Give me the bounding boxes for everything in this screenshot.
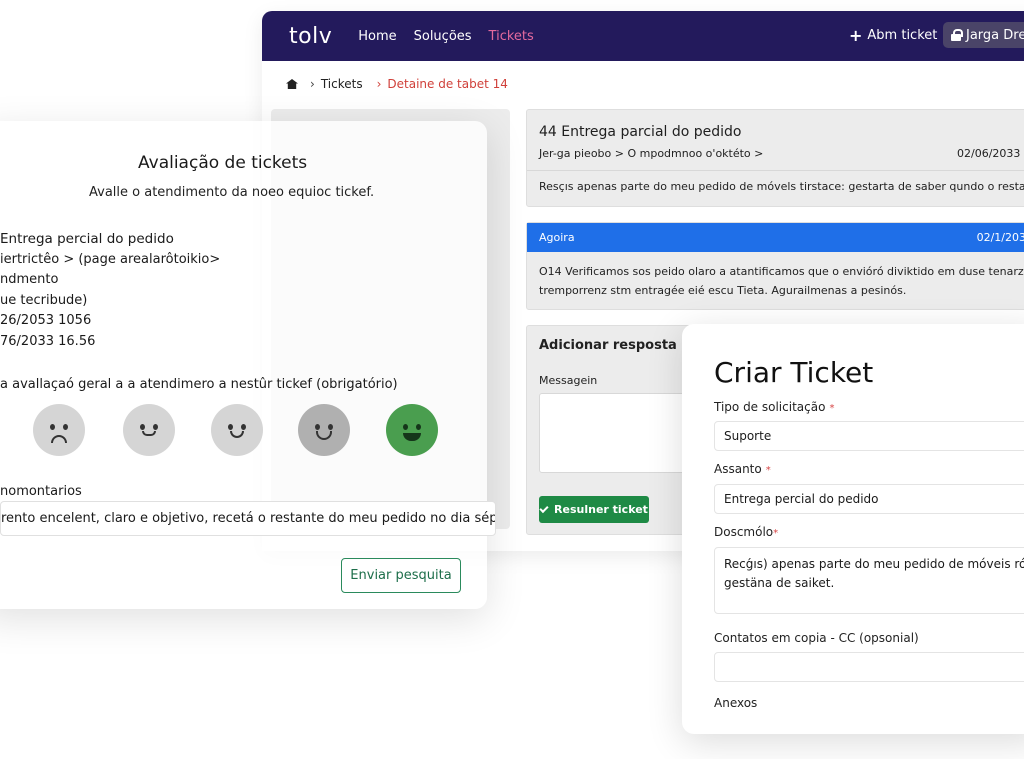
- main-nav: Home Soluções Tickets: [358, 29, 551, 44]
- happy-face-icon[interactable]: [386, 404, 438, 456]
- required-asterisk: *: [773, 528, 779, 539]
- new-ticket-label: Abm ticket: [867, 28, 938, 43]
- user-name: Jarga Dreg: [966, 27, 1024, 43]
- type-value: Suporte: [724, 429, 772, 443]
- evaluation-info-line: ndmento: [0, 272, 59, 288]
- evaluation-info-line: ue tecribude): [0, 292, 88, 308]
- required-asterisk: *: [829, 403, 835, 414]
- evaluation-info-line: 76/2033 16.56: [0, 333, 96, 349]
- chevron-right-icon: ›: [376, 77, 382, 91]
- reply-header: Agoira 02/1/2033: [527, 223, 1024, 252]
- eye: [315, 424, 320, 430]
- eye: [140, 424, 145, 430]
- reply-body: O14 Verificamos sos peido olaro a atanti…: [527, 252, 1024, 310]
- eye: [416, 424, 421, 430]
- nav-solutions[interactable]: Soluções: [414, 29, 472, 44]
- breadcrumb-current: Detaine de tabet 14: [387, 77, 508, 91]
- eye: [403, 424, 408, 430]
- reply-message-card: Agoira 02/1/2033 O14 Verificamos sos pei…: [526, 222, 1024, 310]
- required-asterisk: *: [765, 465, 771, 476]
- subject-value: Entrega percial do pedido: [724, 492, 879, 506]
- type-label: Tipo de solicitação *: [714, 400, 834, 414]
- evaluation-title: Avaliação de tickets: [138, 153, 308, 173]
- top-navbar: tolv Home Soluções Tickets + Abm ticket …: [262, 11, 1024, 61]
- rating-faces: [33, 404, 438, 458]
- mouth: [230, 431, 244, 438]
- comments-value: rento encelent, claro e objetivo, recetá…: [1, 511, 496, 526]
- ticket-date: 02/06/2033 1: [957, 147, 1024, 160]
- attachments-label: Anexos: [714, 696, 758, 710]
- eye: [50, 424, 55, 430]
- lock-icon: [951, 29, 963, 41]
- evaluation-ticket-title: Entrega percial do pedido: [0, 231, 174, 247]
- eye: [153, 424, 158, 430]
- type-select[interactable]: Suporte: [714, 421, 1024, 451]
- description-label: Doscmólo*: [714, 525, 778, 539]
- subject-label: Assanto *: [714, 462, 771, 476]
- eye: [228, 424, 233, 430]
- check-icon: [539, 503, 549, 513]
- type-label-text: Tipo de solicitação: [714, 400, 826, 414]
- chevron-right-icon: ›: [310, 77, 315, 91]
- divider: [527, 170, 1024, 171]
- description-textarea[interactable]: Recǵıs) apenas parte do meu pedido de mó…: [714, 547, 1024, 614]
- cc-label: Contatos em copia - CC (opsonial): [714, 631, 919, 645]
- home-icon[interactable]: [286, 79, 298, 89]
- eye: [63, 424, 68, 430]
- very-sad-face-icon[interactable]: [33, 404, 85, 456]
- ticket-body: Resçıs apenas parte do meu pedido de móv…: [539, 180, 1024, 193]
- slight-smile-face-icon[interactable]: [211, 404, 263, 456]
- nav-tickets[interactable]: Tickets: [489, 29, 534, 44]
- breadcrumb: › Tickets › Detaine de tabet 14: [286, 77, 508, 91]
- reply-line: tremporrenz stm entragée eié escu Tieta.…: [539, 284, 907, 297]
- user-menu[interactable]: Jarga Dreg: [943, 22, 1024, 48]
- mouth: [142, 431, 156, 436]
- reply-date: 02/1/2033: [976, 231, 1024, 244]
- rating-question: a avallaçaó geral a a atendimero a nestû…: [0, 377, 398, 392]
- reply-author: Agoira: [539, 231, 575, 244]
- reply-line: O14 Verificamos sos peido olaro a atanti…: [539, 265, 1024, 278]
- app-logo[interactable]: tolv: [289, 24, 332, 49]
- plus-icon: +: [849, 26, 863, 45]
- send-survey-button[interactable]: Enviar pesquita: [341, 558, 461, 593]
- create-ticket-title: Criar Ticket: [714, 356, 874, 389]
- evaluation-modal: Avaliação de tickets Avalle o atendiment…: [0, 121, 496, 609]
- mouth: [51, 435, 67, 443]
- mouth: [403, 433, 421, 441]
- description-label-text: Doscmólo: [714, 525, 774, 539]
- evaluation-ticket-info: Entrega percial do pedido iertrictêo > (…: [0, 229, 220, 353]
- neutral-face-icon[interactable]: [123, 404, 175, 456]
- resolve-label: Resulner ticket: [554, 503, 648, 516]
- comments-input[interactable]: rento encelent, claro e objetivo, recetá…: [0, 501, 496, 536]
- cc-input[interactable]: [714, 652, 1024, 682]
- eye: [241, 424, 246, 430]
- subject-label-text: Assanto: [714, 462, 762, 476]
- breadcrumb-tickets[interactable]: Tickets: [321, 77, 363, 91]
- evaluation-info-line: 26/2053 1056: [0, 313, 92, 329]
- smile-face-icon[interactable]: [298, 404, 350, 456]
- ticket-detail-card: 44 Entrega parcial do pedido Jer-ga pieo…: [526, 109, 1024, 207]
- ticket-path: Jer-ga pieobo > O mpodmnoo o'oktéto >: [539, 147, 764, 160]
- create-ticket-panel: Criar Ticket Tipo de solicitação * Suport…: [682, 324, 1024, 734]
- subject-input[interactable]: Entrega percial do pedido: [714, 484, 1024, 514]
- resolve-ticket-button[interactable]: Resulner ticket: [539, 496, 649, 523]
- new-ticket-button[interactable]: + Abm ticket: [849, 26, 937, 45]
- nav-home[interactable]: Home: [358, 29, 396, 44]
- message-label: Messagein: [539, 374, 598, 387]
- mouth: [316, 431, 332, 440]
- comments-label: nomontarios: [0, 484, 82, 499]
- evaluation-subtitle: Avalle o atendimento da noeo equioc tick…: [89, 185, 375, 200]
- ticket-title: 44 Entrega parcial do pedido: [539, 124, 742, 140]
- add-reply-title: Adicionar resposta: [539, 338, 677, 353]
- eye: [328, 424, 333, 430]
- evaluation-info-line: iertrictêo > (page arealarôtoikio>: [0, 251, 221, 267]
